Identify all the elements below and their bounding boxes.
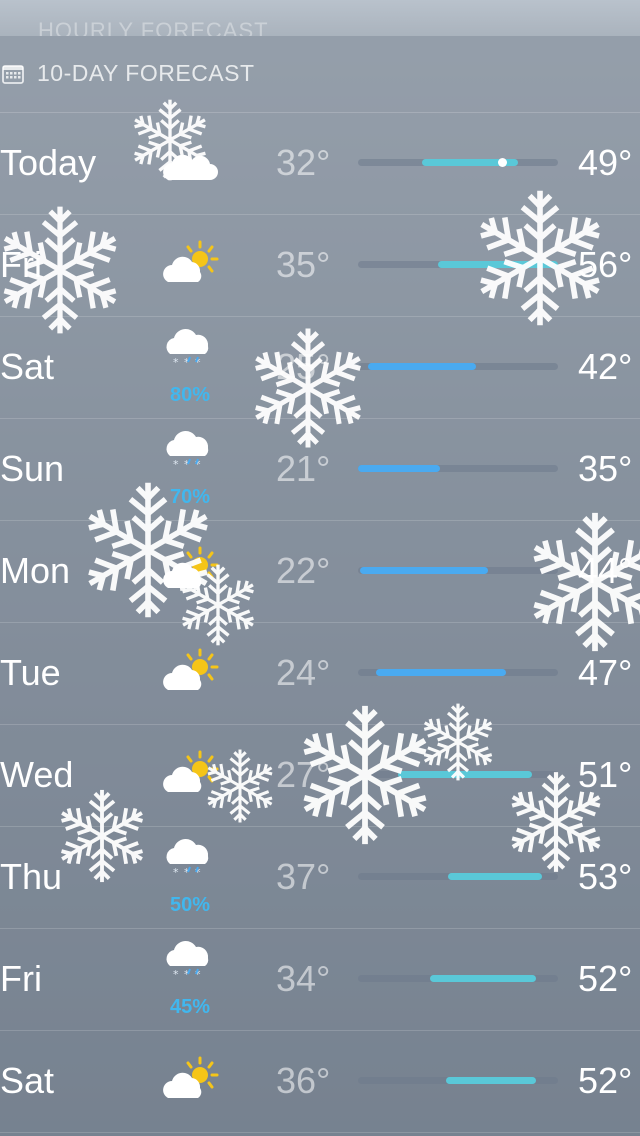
low-temp: 35° (276, 244, 331, 285)
partly-sunny-icon (163, 240, 219, 282)
temp-range-bar (358, 158, 558, 167)
low-temp: 36° (276, 1060, 331, 1101)
temp-range-fill (398, 771, 532, 778)
day-label: Fri (0, 958, 42, 999)
forecast-row[interactable]: Sat 36° 52° (0, 1030, 640, 1133)
high-temp: 35° (578, 448, 633, 489)
forecast-row[interactable]: Today 32° 49° (0, 112, 640, 215)
temp-range-bar (358, 261, 558, 268)
low-temp: 25° (276, 346, 331, 387)
hourly-forecast-label: HOURLY FORECAST (38, 18, 269, 36)
low-temp: 21° (276, 448, 331, 489)
partly-sunny-icon (163, 546, 219, 588)
high-temp: 56° (578, 244, 633, 285)
low-temp: 32° (276, 142, 331, 183)
temp-range-fill (446, 1077, 536, 1084)
forecast-row[interactable]: Sun * * * 70% 21° 35° (0, 418, 640, 521)
temp-range-bar (358, 669, 558, 676)
high-temp: 47° (578, 652, 633, 693)
low-temp: 22° (276, 550, 331, 591)
partly-sunny-icon (163, 1056, 219, 1098)
current-temp-dot (498, 158, 507, 167)
temp-range-bar (358, 1077, 558, 1084)
low-temp: 37° (276, 856, 331, 897)
precip-chance: 80% (169, 384, 211, 406)
snow-icon: * * * (166, 941, 209, 981)
forecast-row[interactable]: Fri 35° 56° (0, 214, 640, 317)
temp-range-bar (358, 567, 558, 574)
calendar-icon (2, 65, 24, 84)
low-temp: 24° (276, 652, 331, 693)
temp-range-fill (358, 465, 440, 472)
temp-range-fill (438, 261, 558, 268)
day-label: Sat (0, 1060, 55, 1101)
day-label: Wed (0, 754, 74, 795)
high-temp: 52° (578, 1060, 633, 1101)
temp-range-fill (448, 873, 542, 880)
svg-text:*: * (173, 458, 179, 471)
precip-chance: 45% (169, 996, 211, 1018)
precip-chance: 70% (169, 486, 211, 508)
snow-icon: * * * (166, 839, 209, 879)
day-label: Tue (0, 652, 61, 693)
high-temp: 49° (578, 142, 633, 183)
partly-sunny-icon (163, 750, 219, 792)
temp-range-fill (360, 567, 488, 574)
high-temp: 44° (578, 550, 633, 591)
forecast-row[interactable]: Tue 24° 47° (0, 622, 640, 725)
forecast-row[interactable]: Mon 22° 44° (0, 520, 640, 623)
low-temp: 27° (276, 754, 331, 795)
hourly-forecast-strip[interactable]: HOURLY FORECAST (0, 0, 640, 36)
forecast-row[interactable]: Thu * * * 50% 37° 53° (0, 826, 640, 929)
forecast-header: 10-DAY FORECAST (0, 36, 640, 113)
partly-sunny-icon (163, 648, 219, 690)
day-label: Sun (0, 448, 65, 489)
temp-range-fill (368, 363, 476, 370)
high-temp: 51° (578, 754, 633, 795)
day-label: Thu (0, 856, 63, 897)
forecast-row[interactable]: Fri * * * 45% 34° 52° (0, 928, 640, 1031)
forecast-title: 10-DAY FORECAST (37, 60, 255, 86)
svg-text:*: * (173, 356, 179, 369)
snow-icon: * * * (166, 431, 209, 471)
precip-chance: 50% (169, 894, 211, 916)
temp-range-bar (358, 465, 558, 472)
temp-range-bar (358, 975, 558, 982)
svg-text:*: * (173, 968, 179, 981)
day-label: Mon (0, 550, 71, 591)
temp-range-bar (358, 873, 558, 880)
day-label: Today (0, 142, 97, 183)
temp-range-bar (358, 771, 558, 778)
temp-range-bar (358, 363, 558, 370)
snow-icon: * * * (166, 329, 209, 369)
forecast-row[interactable]: Wed 27° 51° (0, 724, 640, 827)
forecast-row[interactable]: Sat * * * 80% 25° 42° (0, 316, 640, 419)
high-temp: 52° (578, 958, 633, 999)
high-temp: 42° (578, 346, 633, 387)
temp-range-fill (430, 975, 536, 982)
temp-range-fill (376, 669, 506, 676)
high-temp: 53° (578, 856, 633, 897)
svg-text:*: * (173, 866, 179, 879)
cloudy-icon (163, 154, 218, 180)
day-label: Fri (0, 244, 42, 285)
day-label: Sat (0, 346, 55, 387)
low-temp: 34° (276, 958, 331, 999)
